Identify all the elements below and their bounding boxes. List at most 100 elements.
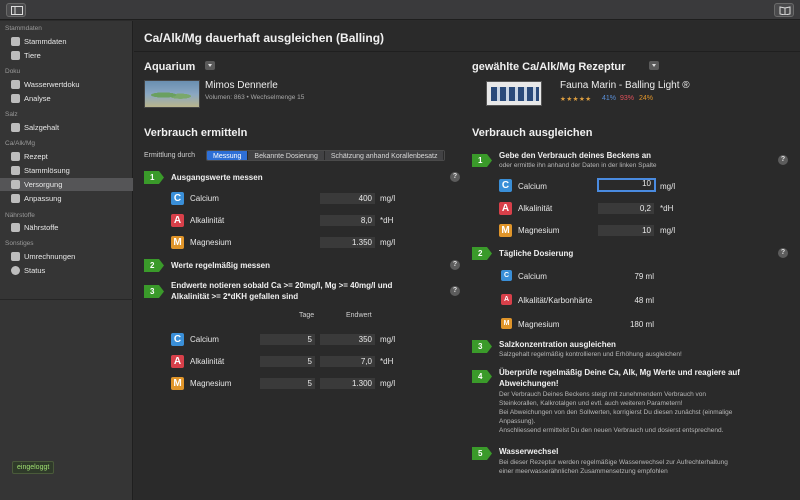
login-status-badge: eingeloggt: [12, 461, 55, 474]
step-badge: 2: [144, 259, 164, 272]
help-icon[interactable]: ?: [778, 155, 788, 165]
sidebar-divider: [0, 299, 133, 300]
sidebar-item-rezept[interactable]: Rezept: [0, 150, 133, 163]
method-option-schaetzung[interactable]: Schätzung anhand Korallenbesatz: [324, 151, 445, 160]
sidebar-icon: [11, 6, 23, 15]
calcium-icon: C: [171, 192, 184, 205]
calcium-end-input[interactable]: 350: [320, 334, 375, 345]
row-label: Calcium: [190, 194, 219, 203]
sidebar-item-naehrstoffe[interactable]: Nährstoffe: [0, 221, 133, 234]
step-text-line: Anschliessend ermittelst Du den neuen Ve…: [499, 427, 724, 434]
help-icon[interactable]: ?: [450, 172, 460, 182]
step-badge: 4: [472, 370, 492, 383]
sidebar-item-label: Rezept: [24, 152, 48, 161]
step-title: Ausgangswerte messen: [171, 173, 263, 182]
row-label: Magnesium: [190, 379, 232, 388]
sidebar-toggle-button[interactable]: [6, 3, 26, 17]
unit-label: mg/l: [380, 194, 396, 203]
title-divider: [134, 51, 800, 52]
step-badge: 1: [144, 171, 164, 184]
row-label: Magnesium: [518, 226, 560, 235]
row-label: Alkalinität: [190, 357, 225, 366]
magnesium-icon: M: [499, 224, 512, 237]
sidebar-item-stammloesung[interactable]: Stammlösung: [0, 164, 133, 177]
step-text-line: Anpassung).: [499, 418, 536, 425]
sidebar-item-anpassung[interactable]: Anpassung: [0, 192, 133, 205]
document-icon: [11, 80, 20, 89]
sidebar-section-naehrstoffe: Nährstoffe: [5, 212, 35, 219]
book-icon: [779, 6, 791, 15]
calcium-days-input[interactable]: 5: [260, 334, 315, 345]
recipe-product-image: [486, 81, 542, 106]
sidebar-item-wasserwertdoku[interactable]: Wasserwertdoku: [0, 78, 133, 91]
row-label: Magnesium: [190, 238, 232, 247]
step-title: Wasserwechsel: [499, 447, 559, 456]
sidebar-item-label: Tiere: [24, 51, 41, 60]
help-icon[interactable]: ?: [450, 286, 460, 296]
calcium-icon: C: [171, 333, 184, 346]
alkalinity-end-input[interactable]: 7,0: [320, 356, 375, 367]
unit-label: mg/l: [380, 238, 396, 247]
nutrient-icon: [11, 223, 20, 232]
page-title: Ca/Alk/Mg dauerhaft ausgleichen (Balling…: [144, 31, 385, 45]
recipe-heading: gewählte Ca/Alk/Mg Rezeptur: [472, 61, 626, 73]
sidebar-item-label: Nährstoffe: [24, 223, 59, 232]
calcium-start-input[interactable]: 400: [320, 193, 375, 204]
sidebar-item-label: Stammlösung: [24, 166, 70, 175]
book-button[interactable]: [774, 3, 794, 17]
method-label: Ermittlung durch: [144, 152, 195, 159]
magnesium-start-input[interactable]: 1.350: [320, 237, 375, 248]
help-icon[interactable]: ?: [778, 248, 788, 258]
sidebar-item-label: Wasserwertdoku: [24, 80, 80, 89]
method-option-dosierung[interactable]: Bekannte Dosierung: [248, 151, 325, 160]
chart-icon: [11, 94, 20, 103]
recipe-dropdown[interactable]: [649, 61, 659, 70]
unit-label: mg/l: [660, 226, 676, 235]
salt-icon: [11, 123, 20, 132]
magnesium-end-input[interactable]: 1.300: [320, 378, 375, 389]
sidebar-item-tiere[interactable]: Tiere: [0, 49, 133, 62]
sidebar-item-label: Salzgehalt: [24, 123, 60, 132]
alkalinity-icon: A: [499, 202, 512, 215]
sidebar-item-versorgung[interactable]: Versorgung: [0, 178, 133, 191]
calcium-consumption-input[interactable]: 10: [597, 178, 656, 192]
magnesium-consumption-input[interactable]: 10: [598, 225, 654, 236]
step-text-line: Der Verbrauch Deines Beckens steigt mit …: [499, 391, 707, 398]
step-title-cont: Abweichungen!: [499, 379, 559, 388]
method-option-messung[interactable]: Messung: [207, 151, 249, 160]
step-subtitle: oder ermittle ihn anhand der Daten in de…: [499, 162, 657, 169]
sidebar-item-analyse[interactable]: Analyse: [0, 92, 133, 105]
sidebar-item-label: Versorgung: [24, 180, 63, 189]
sidebar-item-status[interactable]: Status: [0, 264, 133, 277]
row-label: Calcium: [518, 182, 547, 191]
step-badge: 1: [472, 154, 492, 167]
unit-label: *dH: [380, 357, 394, 366]
calcium-icon: C: [499, 179, 512, 192]
column-header-days: Tage: [299, 312, 315, 319]
unit-label: *dH: [380, 216, 394, 225]
magnesium-days-input[interactable]: 5: [260, 378, 315, 389]
help-icon[interactable]: ?: [450, 260, 460, 270]
sidebar-item-salzgehalt[interactable]: Salzgehalt: [0, 121, 133, 134]
step-title: Endwerte notieren sobald Ca >= 20mg/l, M…: [171, 281, 393, 290]
sidebar-item-umrechnungen[interactable]: Umrechnungen: [0, 250, 133, 263]
magnesium-icon: M: [171, 377, 184, 390]
sidebar-item-label: Analyse: [24, 94, 51, 103]
status-icon: [11, 266, 20, 275]
aquarium-dropdown[interactable]: [205, 61, 215, 70]
row-label: Calcium: [190, 335, 219, 344]
adjust-icon: [11, 194, 20, 203]
aquarium-details: Volumen: 863 • Wechselmenge 15: [205, 94, 305, 101]
alkalinity-consumption-input[interactable]: 0,2: [598, 203, 654, 214]
column-header-endvalue: Endwert: [346, 312, 372, 319]
unit-label: mg/l: [380, 379, 396, 388]
main-content: Ca/Alk/Mg dauerhaft ausgleichen (Balling…: [134, 21, 800, 500]
aquarium-name: Mimos Dennerle: [205, 80, 278, 91]
sidebar-item-stammdaten[interactable]: Stammdaten: [0, 35, 133, 48]
alkalinity-days-input[interactable]: 5: [260, 356, 315, 367]
aquarium-thumbnail: [144, 80, 200, 108]
step-title: Werte regelmäßig messen: [171, 261, 271, 270]
flask-icon: [11, 166, 20, 175]
alkalinity-start-input[interactable]: 8,0: [320, 215, 375, 226]
step-text-line: Steinkorallen, Kalkrotalgen und evtl. au…: [499, 400, 683, 407]
